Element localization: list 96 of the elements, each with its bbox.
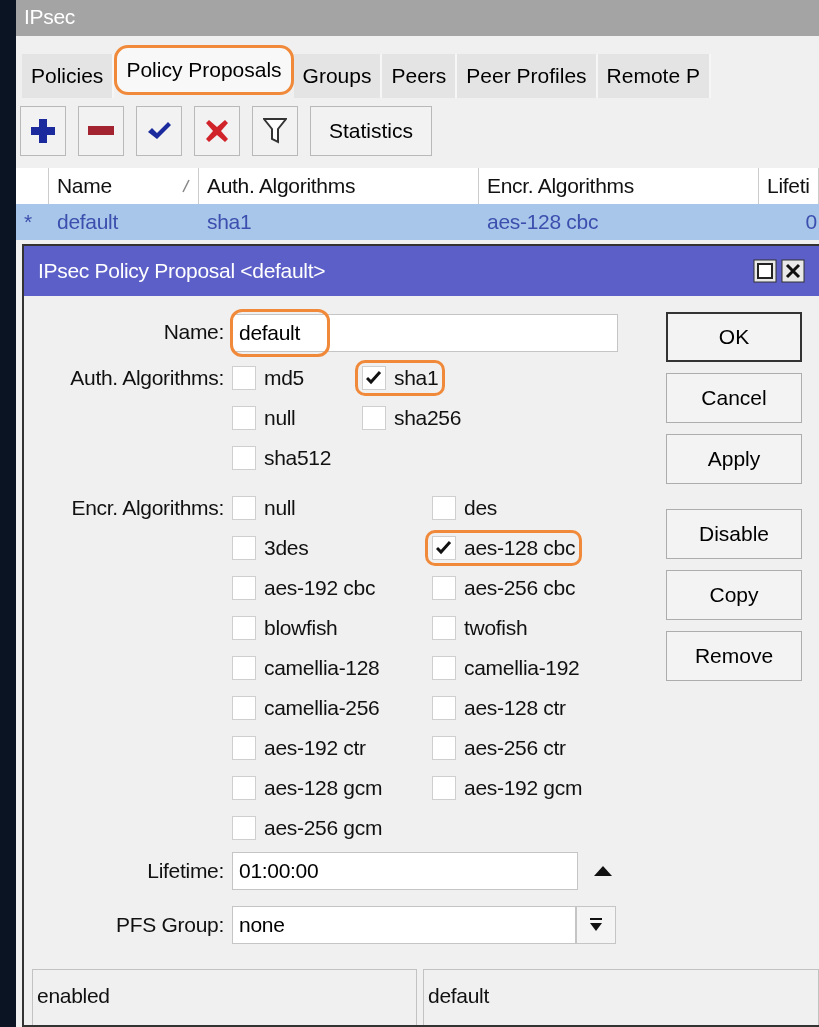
checkbox-label: aes-128 gcm <box>264 775 383 802</box>
checkbox-label: twofish <box>464 615 528 642</box>
checkbox[interactable] <box>232 576 256 600</box>
dialog-button[interactable]: Remove <box>666 631 802 681</box>
table-cell: aes-128 cbc <box>487 210 599 234</box>
checkbox-label: aes-192 gcm <box>464 775 583 802</box>
checkbox[interactable] <box>232 496 256 520</box>
checkbox[interactable] <box>232 536 256 560</box>
checkbox[interactable] <box>432 656 456 680</box>
checkbox[interactable] <box>232 736 256 760</box>
checkbox[interactable] <box>432 536 456 560</box>
cross-icon <box>206 120 228 142</box>
column-header[interactable]: Auth. Algorithms <box>207 170 356 202</box>
window-title: IPsec <box>16 0 819 36</box>
checkbox-label: null <box>264 495 296 522</box>
checkbox-label: aes-256 gcm <box>264 815 383 842</box>
field-label: Encr. Algorithms: <box>70 495 225 521</box>
field-label: Lifetime: <box>146 858 225 884</box>
checkbox[interactable] <box>232 816 256 840</box>
tab[interactable]: Policy Proposals <box>114 45 294 95</box>
checkbox-label: aes-192 cbc <box>264 575 376 602</box>
disable-button[interactable] <box>194 106 240 156</box>
table-cell: 0 <box>805 210 817 234</box>
table-row[interactable]: * default sha1 aes-128 cbc 0 <box>16 204 819 240</box>
pfs-group-field[interactable]: none <box>232 906 576 944</box>
dropdown-button[interactable] <box>576 906 616 944</box>
filter-icon <box>263 118 287 144</box>
dialog-button[interactable]: OK <box>666 312 802 362</box>
checkbox-label: md5 <box>264 365 304 392</box>
checkbox[interactable] <box>232 406 256 430</box>
check-icon <box>436 541 452 555</box>
checkbox-label: aes-256 cbc <box>464 575 576 602</box>
add-button[interactable] <box>20 106 66 156</box>
dialog-button[interactable]: Cancel <box>666 373 802 423</box>
checkbox[interactable] <box>432 616 456 640</box>
field-label: PFS Group: <box>115 912 225 938</box>
lifetime-field[interactable]: 01:00:00 <box>232 852 578 890</box>
check-icon <box>147 121 171 141</box>
status-cell: default <box>423 969 819 1025</box>
spin-up-icon[interactable] <box>594 866 612 876</box>
checkbox[interactable] <box>362 366 386 390</box>
checkbox-label: camellia-256 <box>264 695 380 722</box>
column-header[interactable]: Name <box>57 170 112 202</box>
checkbox-label: aes-128 cbc <box>464 535 576 562</box>
column-header[interactable]: Encr. Algorithms <box>487 170 634 202</box>
table-cell: sha1 <box>207 210 252 234</box>
remove-button[interactable] <box>78 106 124 156</box>
filter-button[interactable] <box>252 106 298 156</box>
checkbox-label: 3des <box>264 535 309 562</box>
tab[interactable]: Groups <box>293 54 383 98</box>
name-field[interactable]: default <box>232 314 618 352</box>
checkbox-label: sha512 <box>264 445 332 472</box>
checkbox-label: sha1 <box>394 365 439 392</box>
checkbox[interactable] <box>232 656 256 680</box>
table-cell: default <box>57 210 118 234</box>
checkbox[interactable] <box>432 496 456 520</box>
checkbox[interactable] <box>232 776 256 800</box>
checkbox-label: des <box>464 495 497 522</box>
checkbox-label: null <box>264 405 296 432</box>
maximize-icon[interactable] <box>753 259 777 283</box>
checkbox-label: aes-192 ctr <box>264 735 366 762</box>
column-header[interactable]: Lifeti <box>767 170 810 202</box>
checkbox-label: aes-256 ctr <box>464 735 566 762</box>
row-marker: * <box>24 210 32 234</box>
tab[interactable]: Peers <box>382 54 458 98</box>
checkbox[interactable] <box>432 696 456 720</box>
dialog-button[interactable]: Copy <box>666 570 802 620</box>
checkbox[interactable] <box>432 776 456 800</box>
dialog-title: IPsec Policy Proposal <default> <box>38 258 326 285</box>
field-label: Auth. Algorithms: <box>69 365 225 391</box>
tab[interactable]: Peer Profiles <box>457 54 598 98</box>
checkbox-label: camellia-128 <box>264 655 380 682</box>
dialog-button[interactable]: Disable <box>666 509 802 559</box>
tab[interactable]: Policies <box>22 54 115 98</box>
checkbox-label: blowfish <box>264 615 338 642</box>
checkbox[interactable] <box>232 446 256 470</box>
check-icon <box>366 371 382 385</box>
checkbox-label: sha256 <box>394 405 462 432</box>
remove-icon <box>88 126 114 136</box>
statistics-button[interactable]: Statistics <box>310 106 433 156</box>
checkbox[interactable] <box>432 576 456 600</box>
checkbox[interactable] <box>232 366 256 390</box>
dropdown-icon <box>590 918 602 932</box>
field-label: Name: <box>162 319 225 345</box>
checkbox[interactable] <box>362 406 386 430</box>
enable-button[interactable] <box>136 106 182 156</box>
checkbox[interactable] <box>232 616 256 640</box>
status-cell: enabled <box>32 969 417 1025</box>
add-icon <box>30 118 56 144</box>
checkbox[interactable] <box>232 696 256 720</box>
checkbox[interactable] <box>432 736 456 760</box>
tab[interactable]: Remote P <box>597 54 711 98</box>
checkbox-label: aes-128 ctr <box>464 695 566 722</box>
dialog-button[interactable]: Apply <box>666 434 802 484</box>
checkbox-label: camellia-192 <box>464 655 580 682</box>
close-icon[interactable] <box>781 259 805 283</box>
